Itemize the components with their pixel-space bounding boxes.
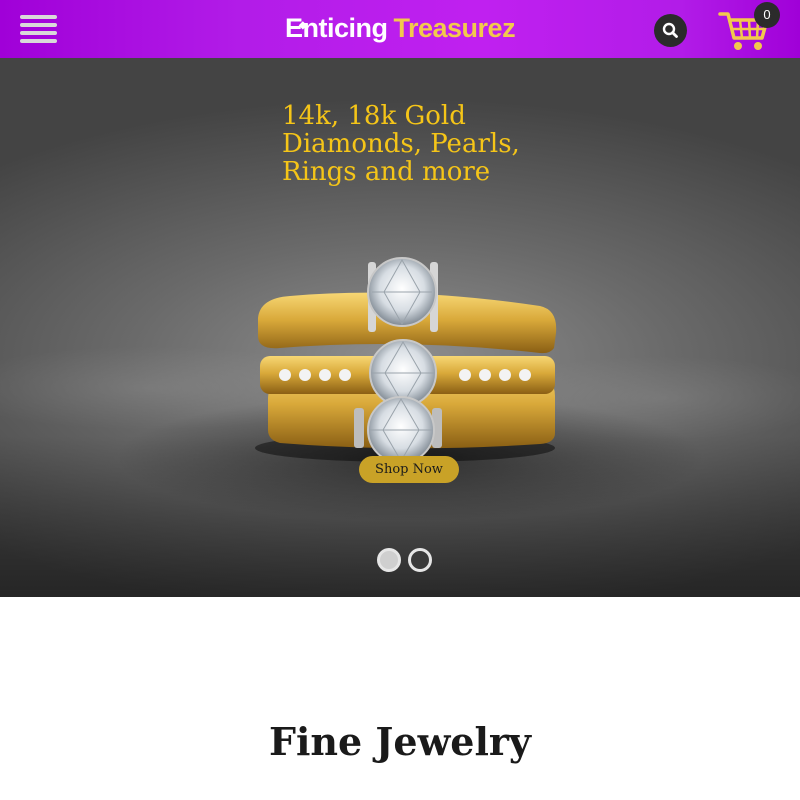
- slider-dot-1[interactable]: [377, 548, 401, 572]
- diamond-icon: ◆: [299, 20, 307, 31]
- site-header: ◆ Enticing Treasurez 0: [0, 0, 800, 58]
- logo-word-2: Treasurez: [393, 13, 516, 43]
- section-title: Fine Jewelry: [268, 719, 532, 764]
- slider-dot-2[interactable]: [408, 548, 432, 572]
- hamburger-menu-icon[interactable]: [20, 15, 57, 43]
- hero-headline-line: Rings and more: [282, 157, 491, 187]
- search-button[interactable]: [654, 14, 687, 47]
- hero-headline-line: 14k, 18k Gold: [282, 101, 466, 131]
- hero-headline: 14k, 18k Gold Diamonds, Pearls, Rings an…: [282, 102, 602, 186]
- hero-rings-image: [255, 257, 557, 464]
- site-logo[interactable]: ◆ Enticing Treasurez: [285, 8, 516, 48]
- hero-slider: 14k, 18k Gold Diamonds, Pearls, Rings an…: [0, 58, 800, 597]
- shop-now-button[interactable]: Shop Now: [359, 456, 459, 483]
- hero-headline-line: Diamonds, Pearls,: [282, 129, 520, 159]
- cart-count-badge: 0: [754, 2, 780, 28]
- search-icon: [662, 22, 678, 38]
